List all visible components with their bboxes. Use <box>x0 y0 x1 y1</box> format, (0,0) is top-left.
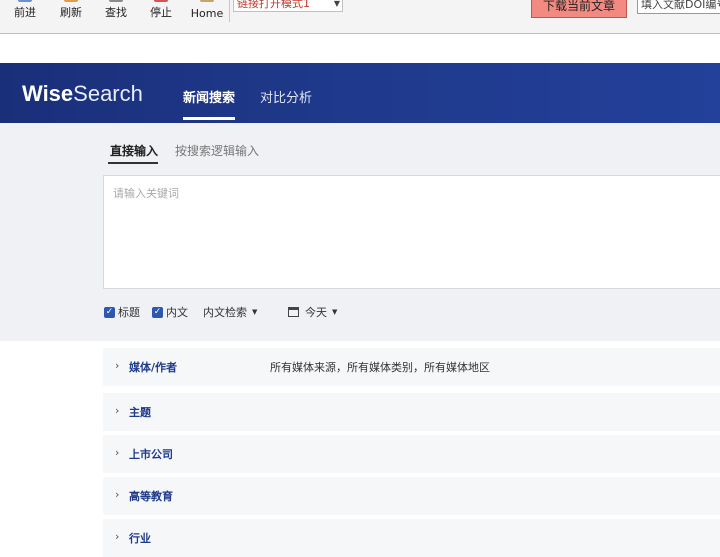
search-scope-label: 内文检索 <box>203 306 247 319</box>
find-icon <box>109 0 123 2</box>
keyword-input[interactable] <box>104 176 720 288</box>
home-button[interactable]: Home <box>188 0 226 22</box>
caret-down-icon: ▼ <box>332 308 338 316</box>
forward-label: 前进 <box>14 6 36 19</box>
filter-row-topic[interactable]: › 主题 <box>103 393 720 431</box>
chevron-right-icon: › <box>115 404 120 417</box>
filter-label: 行业 <box>129 532 151 545</box>
logo[interactable]: WiseSearch <box>22 81 143 107</box>
site-header: WiseSearch 新闻搜索 对比分析 <box>0 63 720 123</box>
forward-button[interactable]: 前进 <box>8 0 42 22</box>
link-mode-select[interactable]: 链接打开模式1 ▼ <box>233 0 343 12</box>
nav-active-underline <box>183 117 235 120</box>
chevron-right-icon: › <box>115 488 120 501</box>
date-label: 今天 <box>305 306 327 319</box>
doi-input[interactable]: 填入文献DOI编号 <box>637 0 720 14</box>
content-checkbox-label: 内文 <box>166 306 188 319</box>
content-checkbox-option[interactable]: ✓ 内文 <box>152 304 188 320</box>
find-label: 查找 <box>105 6 127 19</box>
title-checkbox-option[interactable]: ✓ 标题 <box>104 304 140 320</box>
filter-label: 主题 <box>129 406 151 419</box>
search-panel: 直接输入 按搜索逻辑输入 ✓ 标题 ✓ 内文 内文检索 ▼ 今天 ▼ <box>0 123 720 341</box>
active-tab-underline <box>108 162 158 164</box>
page-gap <box>0 35 720 63</box>
content-checkbox[interactable]: ✓ <box>152 306 163 318</box>
chevron-down-icon: ▼ <box>333 0 340 8</box>
download-article-button[interactable]: 下载当前文章 <box>531 0 627 18</box>
filter-label: 上市公司 <box>129 448 173 461</box>
keyword-box <box>103 175 720 289</box>
logo-wise: Wise <box>22 81 74 106</box>
toolbar-separator <box>229 0 230 22</box>
chevron-right-icon: › <box>115 359 120 372</box>
caret-down-icon: ▼ <box>252 308 258 316</box>
refresh-icon <box>64 0 78 2</box>
filter-label: 高等教育 <box>129 490 173 503</box>
tab-direct-input[interactable]: 直接输入 <box>110 142 158 159</box>
title-checkbox-label: 标题 <box>118 306 140 319</box>
filter-row-industry[interactable]: › 行业 <box>103 519 720 557</box>
chevron-right-icon: › <box>115 446 120 459</box>
search-scope-dropdown[interactable]: 内文检索 ▼ <box>203 304 257 320</box>
refresh-label: 刷新 <box>60 6 82 19</box>
find-button[interactable]: 查找 <box>99 0 133 22</box>
home-icon <box>200 0 214 2</box>
stop-label: 停止 <box>150 6 172 19</box>
date-dropdown[interactable]: 今天 ▼ <box>288 304 337 320</box>
link-mode-value: 链接打开模式1 <box>237 0 310 10</box>
calendar-icon <box>288 307 299 317</box>
stop-icon <box>154 0 168 2</box>
chevron-right-icon: › <box>115 530 120 543</box>
refresh-button[interactable]: 刷新 <box>54 0 88 22</box>
filter-desc: 所有媒体来源，所有媒体类别，所有媒体地区 <box>270 361 490 374</box>
tab-logic-input[interactable]: 按搜索逻辑输入 <box>175 142 259 159</box>
nav-compare-analysis[interactable]: 对比分析 <box>260 87 312 106</box>
filter-row-media-author[interactable]: › 媒体/作者 所有媒体来源，所有媒体类别，所有媒体地区 <box>103 348 720 386</box>
filter-label: 媒体/作者 <box>129 361 178 374</box>
filter-row-listed-company[interactable]: › 上市公司 <box>103 435 720 473</box>
forward-icon <box>18 0 32 2</box>
logo-search: Search <box>73 81 143 106</box>
nav-news-search[interactable]: 新闻搜索 <box>183 87 235 106</box>
filter-row-higher-education[interactable]: › 高等教育 <box>103 477 720 515</box>
browser-toolbar: 前进 刷新 查找 停止 Home 链接打开模式1 ▼ 下载当前文章 填入文献DO… <box>0 0 720 34</box>
home-label: Home <box>190 7 224 20</box>
stop-button[interactable]: 停止 <box>144 0 178 22</box>
title-checkbox[interactable]: ✓ <box>104 306 115 318</box>
